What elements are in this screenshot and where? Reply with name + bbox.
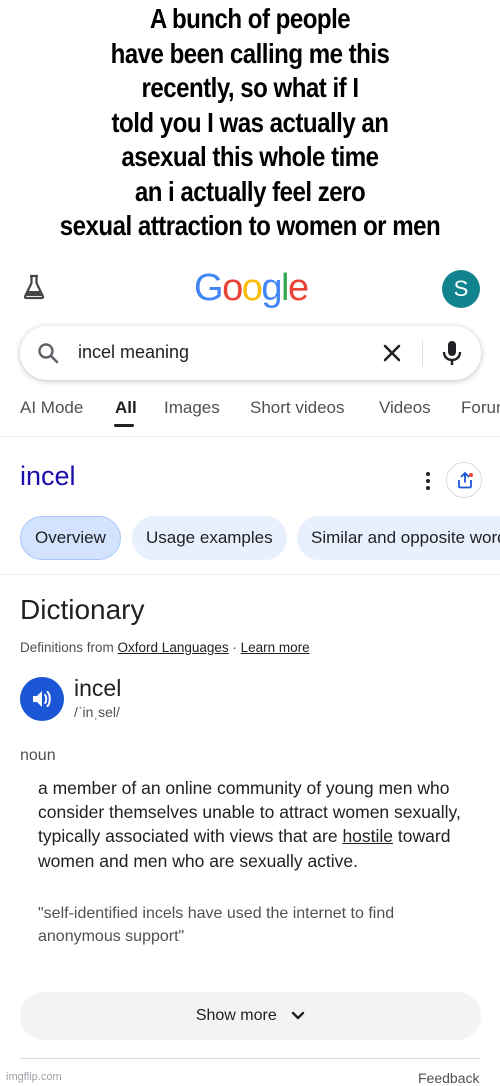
- pronounce-button[interactable]: [20, 677, 64, 721]
- tab-images[interactable]: Images: [164, 398, 220, 418]
- tab-videos[interactable]: Videos: [379, 398, 431, 418]
- speaker-icon: [33, 691, 51, 707]
- learn-more-link[interactable]: Learn more: [241, 640, 310, 655]
- tab-ai-mode[interactable]: AI Mode: [20, 398, 83, 418]
- chip-similar-opposite-words[interactable]: Similar and opposite words: [297, 516, 500, 560]
- share-button[interactable]: [446, 462, 482, 498]
- oxford-languages-link[interactable]: Oxford Languages: [118, 640, 229, 655]
- share-icon: [458, 471, 473, 489]
- caption-line: have been calling me this: [110, 37, 390, 69]
- definitions-source: Definitions from Oxford Languages · Lear…: [20, 640, 310, 655]
- caption-line: asexual this whole time: [121, 141, 379, 172]
- search-icon: [38, 343, 59, 364]
- chevron-down-icon: [291, 1011, 305, 1019]
- tab-forums[interactable]: Forums: [461, 398, 500, 418]
- tab-short-videos[interactable]: Short videos: [250, 398, 345, 418]
- search-divider: [422, 340, 423, 366]
- dictionary-heading: Dictionary: [20, 594, 145, 625]
- meme-caption: A bunch of people have been calling me t…: [35, 2, 465, 244]
- usage-example: "self-identified incels have used the in…: [38, 905, 395, 945]
- more-options-icon[interactable]: [425, 471, 431, 491]
- footer-divider: [20, 1058, 481, 1059]
- show-more-button[interactable]: Show more: [20, 992, 481, 1040]
- watermark: imgflip.com: [6, 1071, 62, 1083]
- tab-all[interactable]: All: [115, 398, 137, 418]
- search-input[interactable]: incel meaning: [78, 342, 189, 363]
- show-more-label: Show more: [195, 1007, 277, 1024]
- feedback-link[interactable]: Feedback: [418, 1070, 479, 1086]
- google-logo[interactable]: Google: [194, 268, 309, 308]
- chips-divider: [0, 574, 500, 575]
- phonetic: /ˈinˌsel/: [74, 704, 120, 720]
- chip-overview[interactable]: Overview: [20, 516, 121, 560]
- search-bar[interactable]: incel meaning: [20, 326, 481, 380]
- caption-line: A bunch of people: [149, 3, 351, 34]
- caption-line: an i actually feel zero: [134, 175, 366, 207]
- part-of-speech: noun: [20, 747, 56, 764]
- headword: incel: [74, 675, 122, 701]
- tabs-divider: [0, 436, 500, 437]
- definition-text: a member of an online community of young…: [38, 778, 461, 871]
- active-tab-indicator: [114, 424, 134, 427]
- mic-icon[interactable]: [441, 340, 463, 366]
- caption-line: told you I was actually an: [111, 106, 389, 138]
- close-icon[interactable]: [382, 343, 402, 363]
- chip-usage-examples[interactable]: Usage examples: [132, 516, 287, 560]
- result-title[interactable]: incel: [20, 461, 76, 492]
- caption-line: recently, so what if I: [141, 72, 359, 103]
- caption-line: sexual attraction to women or men: [59, 210, 441, 241]
- flask-icon[interactable]: [22, 274, 46, 300]
- account-avatar[interactable]: S: [442, 270, 480, 308]
- hostile-link[interactable]: hostile: [342, 826, 393, 846]
